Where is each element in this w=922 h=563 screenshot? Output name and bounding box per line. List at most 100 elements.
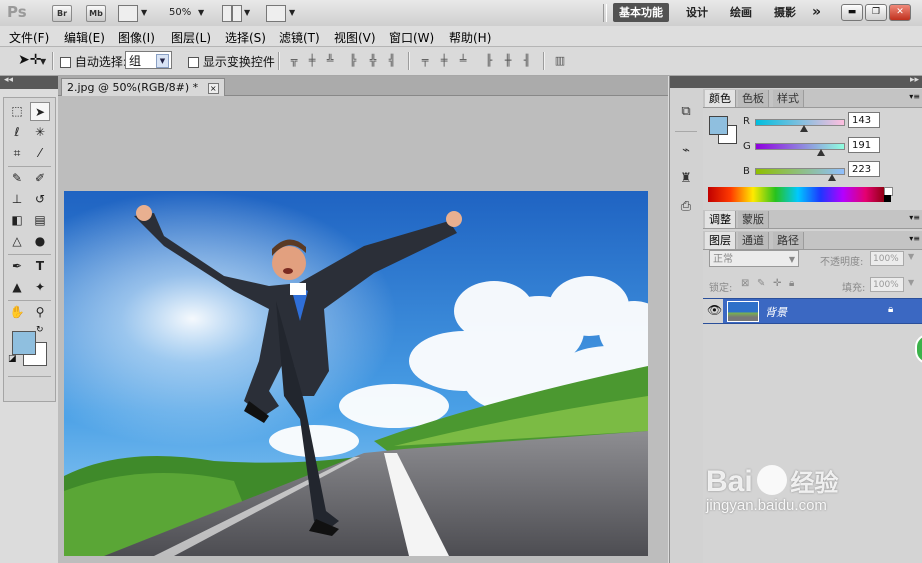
- minimize-icon[interactable]: ▬: [841, 4, 863, 21]
- type-tool-icon[interactable]: T: [30, 257, 50, 276]
- menu-help[interactable]: 帮助(H): [449, 29, 491, 46]
- arrange-documents-button[interactable]: [222, 5, 242, 22]
- tab-color[interactable]: 颜色: [705, 90, 736, 107]
- clone-source-icon[interactable]: ♜: [677, 170, 695, 188]
- marquee-tool-icon[interactable]: ⬚: [7, 102, 27, 121]
- align-left-icon[interactable]: ╠: [346, 54, 360, 67]
- menu-image[interactable]: 图像(I): [118, 29, 155, 46]
- auto-select-option[interactable]: 自动选择:: [60, 53, 127, 70]
- tools-panel-header[interactable]: ◂◂: [0, 75, 58, 89]
- show-transform-option[interactable]: 显示变换控件: [188, 53, 275, 70]
- menu-file[interactable]: 文件(F): [9, 29, 49, 46]
- launch-minibridge-button[interactable]: Mb: [86, 5, 106, 22]
- close-icon[interactable]: ✕: [889, 4, 911, 21]
- menu-view[interactable]: 视图(V): [334, 29, 376, 46]
- distribute-hcenter-icon[interactable]: ╫: [501, 54, 515, 67]
- zoom-level[interactable]: 50%: [169, 7, 191, 18]
- lock-position-icon[interactable]: ✛: [773, 278, 781, 289]
- lock-pixels-icon[interactable]: ✎: [757, 278, 765, 289]
- workspace-essentials[interactable]: 基本功能: [613, 3, 669, 22]
- blur-tool-icon[interactable]: △: [7, 232, 27, 251]
- green-slider[interactable]: [755, 143, 845, 150]
- dock-header[interactable]: [670, 76, 703, 88]
- menu-filter[interactable]: 滤镜(T): [279, 29, 320, 46]
- gradient-tool-icon[interactable]: ▤: [30, 211, 50, 230]
- zoom-tool-icon[interactable]: ⚲: [30, 303, 50, 322]
- tab-paths[interactable]: 路径: [773, 232, 804, 249]
- floating-widget[interactable]: [915, 334, 922, 364]
- panel-menu-icon[interactable]: ▾≡: [909, 92, 920, 101]
- restore-icon[interactable]: ❐: [865, 4, 887, 21]
- align-top-icon[interactable]: ╦: [287, 54, 301, 67]
- workspace-photography[interactable]: 摄影: [768, 3, 802, 22]
- panel-menu-icon[interactable]: ▾≡: [909, 213, 920, 222]
- panel-column-header[interactable]: ▸▸: [703, 75, 922, 88]
- blue-value-field[interactable]: 223: [848, 161, 880, 177]
- workspace-design[interactable]: 设计: [680, 3, 714, 22]
- move-tool-icon[interactable]: ➤: [30, 102, 50, 121]
- magic-wand-tool-icon[interactable]: ✳: [30, 123, 50, 142]
- align-bottom-icon[interactable]: ╩: [323, 54, 337, 67]
- blue-slider-handle[interactable]: [827, 174, 836, 181]
- collapse-icon[interactable]: ◂◂: [4, 75, 13, 85]
- layer-row[interactable]: 👁︎ 背景 🔒︎: [703, 298, 922, 324]
- eraser-tool-icon[interactable]: ◧: [7, 211, 27, 230]
- shape-tool-icon[interactable]: ✦: [30, 278, 50, 297]
- menu-window[interactable]: 窗口(W): [389, 29, 434, 46]
- fill-field[interactable]: 100%: [870, 277, 904, 292]
- tab-styles[interactable]: 样式: [773, 90, 804, 107]
- lasso-tool-icon[interactable]: ℓ: [7, 123, 27, 142]
- green-slider-handle[interactable]: [816, 149, 825, 156]
- canvas-image[interactable]: [64, 191, 648, 556]
- tab-layers[interactable]: 图层: [705, 232, 736, 249]
- auto-align-layers-icon[interactable]: ▥: [553, 54, 567, 67]
- tool-presets-icon[interactable]: ⎙: [677, 198, 695, 216]
- document-canvas-area[interactable]: [58, 96, 668, 563]
- tab-masks[interactable]: 蒙版: [738, 211, 769, 228]
- layer-thumbnail[interactable]: [727, 301, 759, 322]
- path-selection-tool-icon[interactable]: ▲: [7, 278, 27, 297]
- menu-select[interactable]: 选择(S): [225, 29, 266, 46]
- eye-icon[interactable]: 👁︎: [707, 303, 722, 317]
- red-value-field[interactable]: 143: [848, 112, 880, 128]
- show-transform-checkbox[interactable]: [188, 57, 199, 68]
- align-right-icon[interactable]: ╣: [385, 54, 399, 67]
- dodge-tool-icon[interactable]: ●: [30, 232, 50, 251]
- collapse-icon[interactable]: ▸▸: [910, 75, 919, 85]
- foreground-color-swatch[interactable]: [12, 331, 36, 355]
- clone-stamp-tool-icon[interactable]: ⊥: [7, 190, 27, 209]
- distribute-vcenter-icon[interactable]: ╪: [437, 54, 451, 67]
- green-value-field[interactable]: 191: [848, 137, 880, 153]
- healing-brush-tool-icon[interactable]: ✎: [7, 169, 27, 188]
- blend-mode-dropdown[interactable]: 正常 ▼: [709, 250, 799, 267]
- tab-swatches[interactable]: 色板: [738, 90, 769, 107]
- align-hcenter-icon[interactable]: ╬: [366, 54, 380, 67]
- pen-tool-icon[interactable]: ✒: [7, 257, 27, 276]
- tab-adjustments[interactable]: 调整: [705, 211, 736, 228]
- move-tool-preset-icon[interactable]: ➤✛: [18, 52, 41, 68]
- distribute-bottom-icon[interactable]: ╧: [456, 54, 470, 67]
- color-spectrum-ramp[interactable]: [708, 187, 888, 202]
- more-workspaces-button[interactable]: »: [806, 3, 827, 22]
- hand-tool-icon[interactable]: ✋: [7, 303, 27, 322]
- view-extras-button[interactable]: [118, 5, 138, 22]
- layer-name[interactable]: 背景: [765, 304, 787, 320]
- auto-select-dropdown[interactable]: 组 ▼: [125, 51, 172, 69]
- auto-select-checkbox[interactable]: [60, 57, 71, 68]
- tab-channels[interactable]: 通道: [738, 232, 769, 249]
- color-panel-foreground-swatch[interactable]: [709, 116, 728, 135]
- align-vcenter-icon[interactable]: ╪: [305, 54, 319, 67]
- screen-mode-button[interactable]: [266, 5, 286, 22]
- lock-all-icon[interactable]: 🔒︎: [789, 278, 794, 289]
- menu-edit[interactable]: 编辑(E): [64, 29, 105, 46]
- default-colors-icon[interactable]: ◪: [8, 354, 17, 364]
- history-panel-icon[interactable]: ⧉: [677, 103, 695, 121]
- black-swatch[interactable]: [884, 195, 891, 202]
- close-icon[interactable]: ×: [207, 82, 219, 94]
- eyedropper-tool-icon[interactable]: ⁄: [30, 144, 50, 163]
- menu-layer[interactable]: 图层(L): [171, 29, 211, 46]
- distribute-top-icon[interactable]: ╤: [418, 54, 432, 67]
- crop-tool-icon[interactable]: ⌗: [7, 144, 27, 163]
- panel-menu-icon[interactable]: ▾≡: [909, 234, 920, 243]
- opacity-field[interactable]: 100%: [870, 251, 904, 266]
